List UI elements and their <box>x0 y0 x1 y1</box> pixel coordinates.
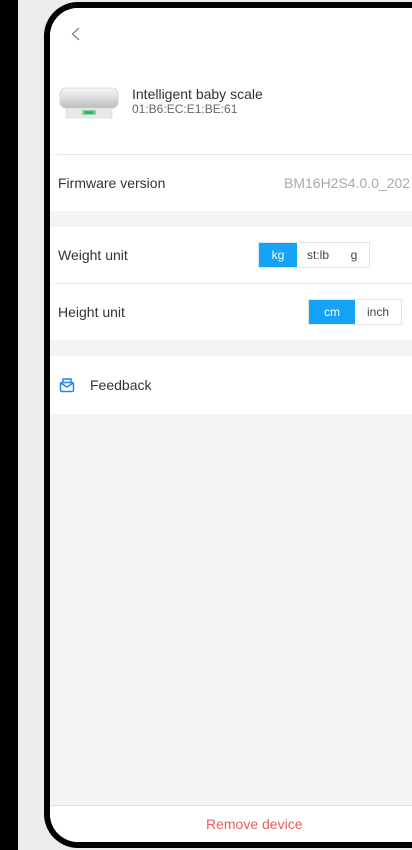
chevron-left-icon <box>71 27 80 41</box>
device-info-row: Intelligent baby scale 01:B6:EC:E1:BE:61 <box>58 80 263 122</box>
weight-unit-g[interactable]: g <box>339 243 369 267</box>
weight-unit-row: Weight unit kg st:lb g <box>50 227 412 283</box>
back-button[interactable] <box>64 22 88 46</box>
device-text: Intelligent baby scale 01:B6:EC:E1:BE:61 <box>132 86 263 116</box>
phone-frame: Intelligent baby scale 01:B6:EC:E1:BE:61… <box>44 2 412 848</box>
height-unit-selector: cm inch <box>308 299 402 325</box>
device-name: Intelligent baby scale <box>132 86 263 102</box>
feedback-row[interactable]: Feedback <box>50 356 412 414</box>
firmware-label: Firmware version <box>58 175 166 191</box>
bottom-action-bar: Remove device <box>50 805 412 842</box>
height-unit-label: Height unit <box>58 304 125 320</box>
empty-area <box>50 414 412 804</box>
baby-scale-image <box>58 80 120 122</box>
device-mac-address: 01:B6:EC:E1:BE:61 <box>132 102 238 116</box>
section-gap <box>50 340 412 356</box>
firmware-row: Firmware version BM16H2S4.0.0_202 <box>50 155 412 211</box>
device-settings-screen: Intelligent baby scale 01:B6:EC:E1:BE:61… <box>50 8 412 842</box>
device-header: Intelligent baby scale 01:B6:EC:E1:BE:61 <box>50 8 412 154</box>
weight-unit-stlb[interactable]: st:lb <box>297 243 339 267</box>
firmware-value: BM16H2S4.0.0_202 <box>284 175 411 191</box>
remove-device-button[interactable]: Remove device <box>206 816 303 832</box>
weight-unit-kg[interactable]: kg <box>259 243 297 267</box>
height-unit-cm[interactable]: cm <box>309 300 355 324</box>
height-unit-row: Height unit cm inch <box>50 284 412 340</box>
feedback-icon <box>59 378 75 393</box>
screenshot-stage: Intelligent baby scale 01:B6:EC:E1:BE:61… <box>0 0 412 850</box>
weight-unit-label: Weight unit <box>58 247 128 263</box>
weight-unit-selector: kg st:lb g <box>258 242 370 268</box>
section-gap <box>50 211 412 227</box>
height-unit-inch[interactable]: inch <box>355 300 401 324</box>
feedback-label: Feedback <box>90 377 152 393</box>
